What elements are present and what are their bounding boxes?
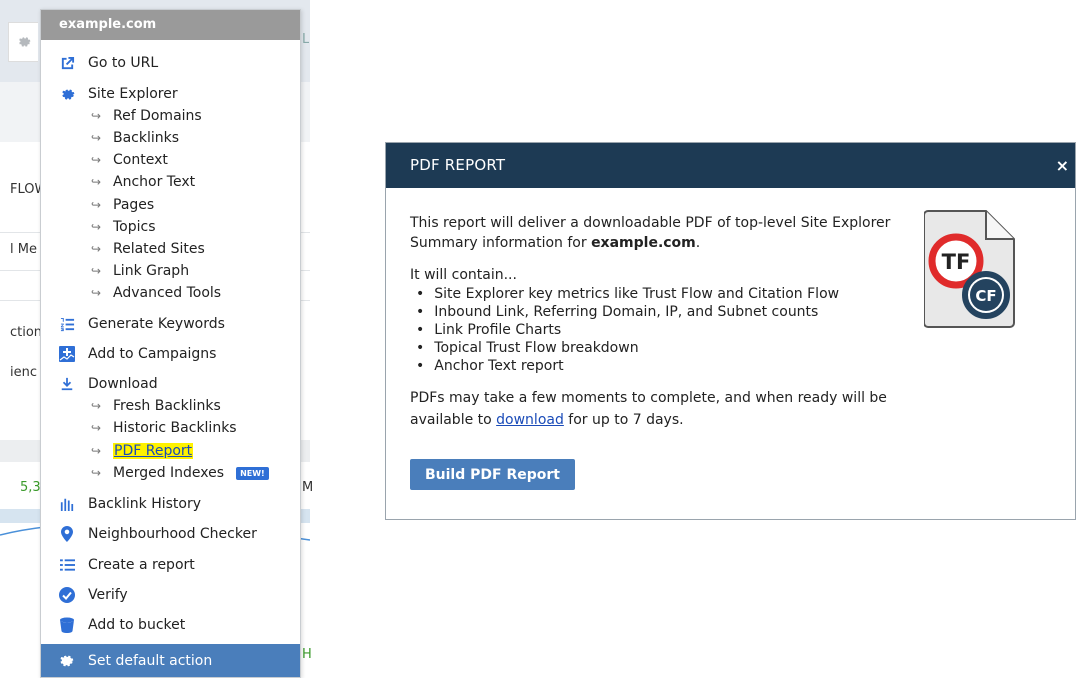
pdf-document-icon: TF CF [924, 210, 1015, 328]
submenu-item-anchor-text[interactable]: ↪ Anchor Text [91, 172, 195, 192]
menu-item-label: Site Explorer [88, 86, 178, 102]
new-badge: NEW! [236, 466, 269, 480]
list-item: Inbound Link, Referring Domain, IP, and … [410, 303, 910, 321]
background-text: M [302, 480, 314, 495]
gear-icon [18, 37, 30, 47]
map-pin-icon [58, 526, 76, 542]
menu-item-neighbourhood-checker[interactable]: Neighbourhood Checker [41, 522, 300, 546]
bar-chart-icon [58, 497, 76, 511]
modal-body: This report will deliver a downloadable … [410, 213, 910, 431]
submenu-label: PDF Report [113, 443, 194, 459]
submenu-item-pdf-report[interactable]: ↪ PDF Report [91, 441, 194, 461]
submenu-label: Pages [113, 197, 155, 213]
tf-label: TF [942, 250, 971, 274]
submenu-item-ref-domains[interactable]: ↪ Ref Domains [91, 106, 202, 126]
menu-item-create-report[interactable]: Create a report [41, 553, 300, 577]
menu-item-go-to-url[interactable]: Go to URL [41, 51, 300, 75]
submenu-item-advanced-tools[interactable]: ↪ Advanced Tools [91, 283, 221, 303]
check-circle-icon [58, 587, 76, 603]
menu-item-label: Neighbourhood Checker [88, 526, 257, 542]
menu-item-label: Go to URL [88, 55, 159, 71]
submenu-label: Backlinks [113, 130, 180, 146]
list-number-icon [58, 317, 76, 332]
background-text: H [302, 647, 312, 662]
bucket-icon [58, 617, 76, 633]
close-icon[interactable]: × [1056, 156, 1069, 175]
list-item: Site Explorer key metrics like Trust Flo… [410, 285, 910, 303]
intro-domain: example.com [591, 235, 696, 251]
background-text: L [302, 32, 310, 47]
list-item: Topical Trust Flow breakdown [410, 339, 910, 357]
note-text: for up to 7 days. [563, 412, 684, 428]
background-text: l Me [10, 242, 37, 257]
submenu-label: Fresh Backlinks [113, 398, 221, 414]
menu-item-generate-keywords[interactable]: Generate Keywords [41, 312, 300, 336]
intro-end: . [695, 235, 701, 251]
menu-item-add-to-campaigns[interactable]: Add to Campaigns [41, 342, 300, 366]
submenu-item-backlinks[interactable]: ↪ Backlinks [91, 128, 179, 148]
menu-item-label: Backlink History [88, 496, 202, 512]
context-menu: example.com Go to URL Site Explorer ↪ Ref… [40, 9, 301, 678]
footer-label: Set default action [88, 652, 213, 669]
menu-item-label: Add to Campaigns [88, 346, 217, 362]
menu-item-download[interactable]: Download [41, 372, 300, 396]
submenu-item-merged-indexes[interactable]: ↪ Merged Indexes NEW! [91, 463, 269, 483]
submenu-item-topics[interactable]: ↪ Topics [91, 217, 156, 237]
menu-item-label: Add to bucket [88, 617, 186, 633]
submenu-item-context[interactable]: ↪ Context [91, 150, 168, 170]
submenu-item-related-sites[interactable]: ↪ Related Sites [91, 239, 205, 259]
menu-title: example.com [41, 10, 300, 40]
contents-list: Site Explorer key metrics like Trust Flo… [410, 285, 910, 375]
menu-item-add-to-bucket[interactable]: Add to bucket [41, 613, 300, 637]
list-item: Link Profile Charts [410, 321, 910, 339]
cf-label: CF [975, 287, 996, 305]
submenu-item-fresh-backlinks[interactable]: ↪ Fresh Backlinks [91, 396, 221, 416]
submenu-label: Context [113, 152, 168, 168]
list-item: Anchor Text report [410, 357, 910, 375]
submenu-label: Historic Backlinks [113, 420, 237, 436]
submenu-label: Topics [113, 219, 156, 235]
menu-item-label: Download [88, 376, 158, 392]
submenu-label: Advanced Tools [113, 285, 222, 301]
submenu-label: Link Graph [113, 263, 190, 279]
submenu-label: Related Sites [113, 241, 205, 257]
add-chart-icon [58, 346, 76, 362]
background-text: ction [10, 325, 40, 340]
external-link-icon [58, 56, 76, 71]
menu-item-label: Verify [88, 587, 128, 603]
submenu-label: Merged Indexes [113, 465, 225, 481]
download-link[interactable]: download [496, 412, 564, 428]
menu-item-label: Generate Keywords [88, 316, 225, 332]
pdf-report-modal: PDF REPORT × This report will deliver a … [385, 142, 1076, 520]
settings-gear-button[interactable] [8, 22, 38, 62]
contains-heading: It will contain... [410, 267, 517, 283]
menu-item-label: Create a report [88, 557, 195, 573]
list-icon [58, 558, 76, 572]
modal-intro: This report will deliver a downloadable … [410, 213, 910, 253]
submenu-item-historic-backlinks[interactable]: ↪ Historic Backlinks [91, 418, 237, 438]
download-icon [58, 377, 76, 391]
gear-icon [58, 653, 74, 669]
background-number: 5,3 [20, 480, 41, 495]
submenu-item-pages[interactable]: ↪ Pages [91, 195, 154, 215]
submenu-label: Ref Domains [113, 108, 202, 124]
availability-note: PDFs may take a few moments to complete,… [410, 387, 910, 431]
submenu-label: Anchor Text [113, 174, 196, 190]
menu-item-backlink-history[interactable]: Backlink History [41, 492, 300, 516]
set-default-action-button[interactable]: Set default action [41, 644, 300, 677]
menu-item-site-explorer[interactable]: Site Explorer [41, 82, 300, 106]
menu-item-verify[interactable]: Verify [41, 583, 300, 607]
modal-title: PDF REPORT [386, 143, 1075, 188]
submenu-item-link-graph[interactable]: ↪ Link Graph [91, 261, 189, 281]
gear-cog-icon [58, 87, 76, 102]
build-pdf-report-button[interactable]: Build PDF Report [410, 459, 575, 490]
background-text: ienc [10, 365, 37, 380]
